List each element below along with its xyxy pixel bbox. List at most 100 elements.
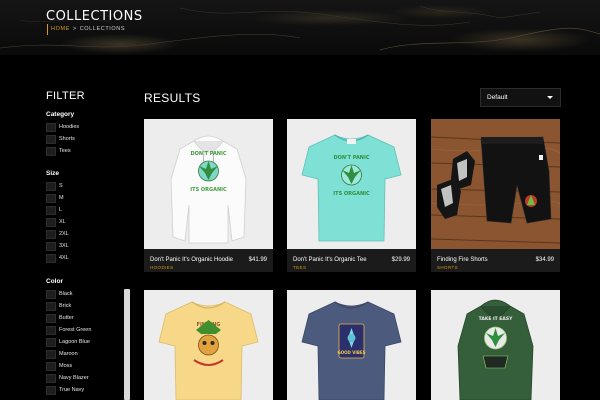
product-info[interactable]: Don't Panic It's Organic Tee $29.99 TEES	[287, 249, 416, 272]
checkbox[interactable]	[46, 205, 56, 215]
product-image[interactable]: TAKE IT EASY	[431, 290, 560, 400]
scrollbar-thumb[interactable]	[124, 289, 130, 400]
product-name[interactable]: Finding Fire Shorts	[437, 257, 488, 263]
filter-category-shorts[interactable]: Shorts	[46, 134, 75, 144]
filter-color-navy-blazer[interactable]: Navy Blazer	[46, 373, 89, 383]
white-hoodie-image: DON'T PANIC ITS ORGANIC	[170, 135, 247, 244]
product-name[interactable]: Don't Panic It's Organic Tee	[293, 257, 367, 263]
checkbox[interactable]	[46, 361, 56, 371]
checkbox[interactable]	[46, 301, 56, 311]
option-label: S	[59, 183, 63, 189]
checkbox[interactable]	[46, 217, 56, 227]
product-category[interactable]: HOODIES	[150, 265, 174, 270]
sort-selected-value: Default	[487, 94, 508, 101]
filter-color-black[interactable]: Black	[46, 289, 72, 299]
filter-category-hoodies[interactable]: Hoodies	[46, 122, 79, 132]
option-label: Navy Blazer	[59, 375, 89, 381]
checkbox[interactable]	[46, 349, 56, 359]
option-label: Butter	[59, 315, 74, 321]
checkbox[interactable]	[46, 134, 56, 144]
filter-color-true-navy[interactable]: True Navy	[46, 385, 84, 395]
checkbox[interactable]	[46, 253, 56, 263]
color-list-scrollbar[interactable]	[124, 289, 130, 400]
navy-tee-image: GOOD VIBES	[301, 301, 402, 400]
filter-size-2xl[interactable]: 2XL	[46, 229, 69, 239]
option-label: 2XL	[59, 231, 69, 237]
category-group-title: Category	[46, 111, 75, 118]
size-group-title: Size	[46, 170, 60, 177]
filter-size-3xl[interactable]: 3XL	[46, 241, 69, 251]
svg-text:TAKE IT EASY: TAKE IT EASY	[479, 316, 513, 322]
butter-tee-image: FINDING	[158, 301, 259, 400]
filter-size-4xl[interactable]: 4XL	[46, 253, 69, 263]
option-label: Tees	[59, 148, 71, 154]
filter-color-brick[interactable]: Brick	[46, 301, 71, 311]
option-label: Shorts	[59, 136, 75, 142]
results-title: RESULTS	[144, 91, 201, 105]
breadcrumb-accent-bar	[47, 24, 48, 35]
option-label: Moss	[59, 363, 73, 369]
svg-text:ITS ORGANIC: ITS ORGANIC	[333, 191, 370, 197]
breadcrumb-separator: >	[72, 26, 77, 32]
filter-size-m[interactable]: M	[46, 193, 64, 203]
sort-dropdown[interactable]: Default	[480, 88, 561, 107]
checkbox[interactable]	[46, 181, 56, 191]
filter-title: FILTER	[46, 90, 85, 102]
filter-size-s[interactable]: S	[46, 181, 63, 191]
option-label: Forest Green	[59, 327, 92, 333]
product-image[interactable]: GOOD VIBES	[287, 290, 416, 400]
svg-text:DON'T PANIC: DON'T PANIC	[190, 151, 226, 157]
option-label: L	[59, 207, 63, 213]
product-info[interactable]: Finding Fire Shorts $34.99 SHORTS	[431, 249, 560, 272]
filter-color-moss[interactable]: Moss	[46, 361, 72, 371]
page-banner: COLLECTIONS HOME > COLLECTIONS	[0, 0, 600, 55]
filter-color-lagoon-blue[interactable]: Lagoon Blue	[46, 337, 90, 347]
filter-color-forest-green[interactable]: Forest Green	[46, 325, 91, 335]
page-title: COLLECTIONS	[46, 9, 143, 24]
checkbox[interactable]	[46, 193, 56, 203]
product-info[interactable]: Don't Panic It's Organic Hoodie $41.99 H…	[144, 249, 273, 272]
option-label: 3XL	[59, 243, 69, 249]
checkbox[interactable]	[46, 241, 56, 251]
checkbox[interactable]	[46, 373, 56, 383]
filter-color-maroon[interactable]: Maroon	[46, 349, 78, 359]
product-price: $29.99	[391, 257, 410, 263]
product-name[interactable]: Don't Panic It's Organic Hoodie	[150, 257, 233, 263]
product-price: $34.99	[535, 257, 554, 263]
option-label: True Navy	[59, 387, 85, 393]
product-price: $41.99	[248, 257, 267, 263]
option-label: 4XL	[59, 255, 69, 261]
product-image[interactable]	[431, 119, 560, 249]
checkbox[interactable]	[46, 337, 56, 347]
product-image[interactable]: DON'T PANIC ITS ORGANIC	[287, 119, 416, 249]
breadcrumb-home-link[interactable]: HOME	[51, 26, 70, 32]
checkbox[interactable]	[46, 289, 56, 299]
chevron-down-icon	[547, 96, 553, 99]
checkbox[interactable]	[46, 385, 56, 395]
filter-color-butter[interactable]: Butter	[46, 313, 74, 323]
breadcrumb: HOME > COLLECTIONS	[47, 24, 126, 35]
breadcrumb-current: COLLECTIONS	[79, 26, 126, 32]
option-label: XL	[59, 219, 66, 225]
filter-size-l[interactable]: L	[46, 205, 62, 215]
option-label: Lagoon Blue	[59, 339, 90, 345]
svg-text:DON'T PANIC: DON'T PANIC	[333, 155, 369, 161]
product-image[interactable]: DON'T PANIC ITS ORGANIC	[144, 119, 273, 249]
product-category[interactable]: SHORTS	[437, 265, 458, 270]
mint-tee-image: DON'T PANIC ITS ORGANIC	[301, 134, 402, 242]
svg-text:ITS ORGANIC: ITS ORGANIC	[190, 187, 227, 193]
checkbox[interactable]	[46, 325, 56, 335]
filter-category-tees[interactable]: Tees	[46, 146, 71, 156]
product-image[interactable]: FINDING	[144, 290, 273, 400]
checkbox[interactable]	[46, 313, 56, 323]
filter-size-xl[interactable]: XL	[46, 217, 66, 227]
svg-text:GOOD VIBES: GOOD VIBES	[337, 350, 365, 355]
checkbox[interactable]	[46, 229, 56, 239]
checkbox[interactable]	[46, 122, 56, 132]
option-label: Maroon	[59, 351, 78, 357]
option-label: Black	[59, 291, 73, 297]
product-category[interactable]: TEES	[293, 265, 306, 270]
checkbox[interactable]	[46, 146, 56, 156]
color-options-list[interactable]: Black Brick Butter Forest Green Lagoon B…	[46, 289, 132, 400]
option-label: Hoodies	[59, 124, 80, 130]
